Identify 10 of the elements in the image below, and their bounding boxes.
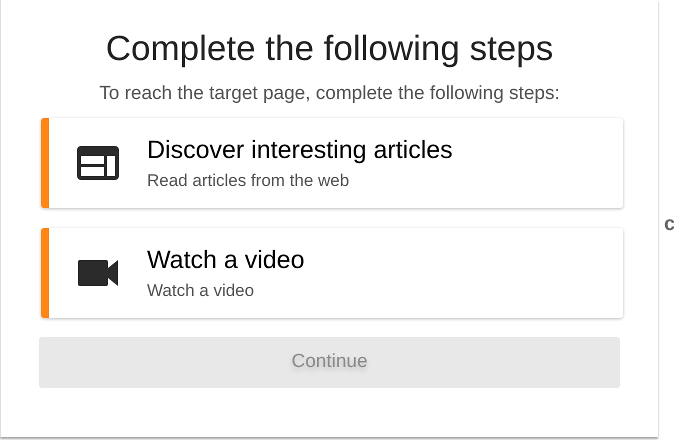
page-title: Complete the following steps <box>106 28 554 70</box>
step-description: Watch a video <box>147 280 256 302</box>
step-title: Discover interesting articles <box>147 135 453 166</box>
step-card[interactable]: Discover interesting articles Read articles from the web <box>41 118 623 208</box>
step-card[interactable]: Watch a video Watch a video <box>41 228 623 318</box>
step-description: Read articles from the web <box>147 170 350 192</box>
article-layout-icon <box>77 146 119 180</box>
step-title: Watch a video <box>147 245 304 276</box>
instructions-text: To reach the target page, complete the following steps: <box>99 82 560 106</box>
video-camera-icon <box>78 260 118 286</box>
